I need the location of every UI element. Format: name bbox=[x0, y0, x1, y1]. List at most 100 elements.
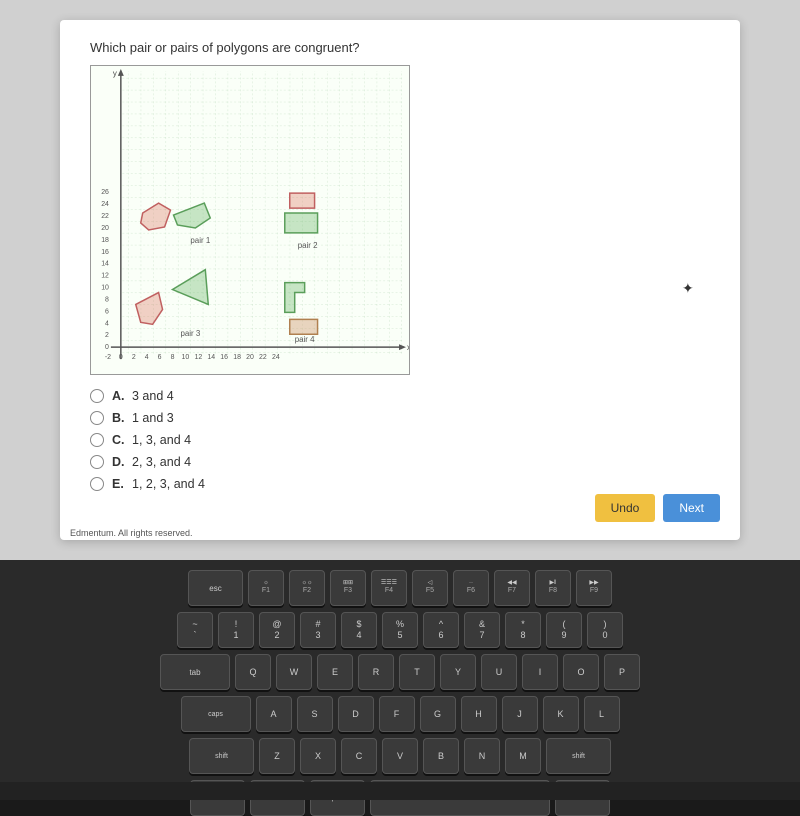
key-f5[interactable]: ◁F5 bbox=[412, 570, 448, 606]
svg-text:24: 24 bbox=[101, 201, 109, 208]
svg-text:14: 14 bbox=[207, 354, 215, 361]
key-f[interactable]: F bbox=[379, 696, 415, 732]
svg-text:pair 4: pair 4 bbox=[295, 335, 315, 344]
key-e[interactable]: E bbox=[317, 654, 353, 690]
svg-text:12: 12 bbox=[101, 273, 109, 280]
key-w[interactable]: W bbox=[276, 654, 312, 690]
key-shift-l[interactable]: shift bbox=[189, 738, 254, 774]
key-m[interactable]: M bbox=[505, 738, 541, 774]
key-f2[interactable]: ☼☼F2 bbox=[289, 570, 325, 606]
svg-text:26: 26 bbox=[101, 189, 109, 196]
next-button[interactable]: Next bbox=[663, 494, 720, 522]
key-y[interactable]: Y bbox=[440, 654, 476, 690]
letter-a: A. bbox=[112, 389, 128, 403]
key-q[interactable]: Q bbox=[235, 654, 271, 690]
keyboard-row-numbers: ~` !1 @2 #3 $4 %5 ^6 &7 *8 (9 )0 bbox=[177, 612, 623, 648]
key-tab[interactable]: tab bbox=[160, 654, 230, 690]
svg-text:20: 20 bbox=[246, 354, 254, 361]
key-r[interactable]: R bbox=[358, 654, 394, 690]
question-text: Which pair or pairs of polygons are cong… bbox=[90, 40, 710, 55]
text-a: 3 and 4 bbox=[132, 389, 174, 403]
key-f7[interactable]: ◀◀F7 bbox=[494, 570, 530, 606]
svg-text:20: 20 bbox=[101, 225, 109, 232]
key-8[interactable]: *8 bbox=[505, 612, 541, 648]
key-b[interactable]: B bbox=[423, 738, 459, 774]
key-6[interactable]: ^6 bbox=[423, 612, 459, 648]
key-d[interactable]: D bbox=[338, 696, 374, 732]
key-0[interactable]: )0 bbox=[587, 612, 623, 648]
button-row: Undo Next bbox=[595, 494, 720, 522]
svg-text:pair 2: pair 2 bbox=[298, 241, 318, 250]
key-j[interactable]: J bbox=[502, 696, 538, 732]
keyboard-row-zxcv: shift Z X C V B N M shift bbox=[189, 738, 611, 774]
text-c: 1, 3, and 4 bbox=[132, 433, 191, 447]
keyboard-row-qwerty: tab Q W E R T Y U I O P bbox=[160, 654, 640, 690]
key-i[interactable]: I bbox=[522, 654, 558, 690]
key-f1[interactable]: ☼F1 bbox=[248, 570, 284, 606]
key-5[interactable]: %5 bbox=[382, 612, 418, 648]
key-f6[interactable]: ··F6 bbox=[453, 570, 489, 606]
key-f8[interactable]: ▶‖F8 bbox=[535, 570, 571, 606]
svg-text:18: 18 bbox=[101, 237, 109, 244]
svg-text:0: 0 bbox=[105, 344, 109, 351]
text-e: 1, 2, 3, and 4 bbox=[132, 477, 205, 491]
svg-text:12: 12 bbox=[194, 354, 202, 361]
svg-text:x: x bbox=[407, 343, 409, 352]
radio-d[interactable] bbox=[90, 455, 104, 469]
answer-choices: A. 3 and 4 B. 1 and 3 C. 1, 3, and 4 D. … bbox=[90, 389, 710, 491]
key-t[interactable]: T bbox=[399, 654, 435, 690]
svg-text:2: 2 bbox=[105, 332, 109, 339]
svg-text:22: 22 bbox=[101, 213, 109, 220]
key-s[interactable]: S bbox=[297, 696, 333, 732]
cursor: ✦ bbox=[682, 280, 690, 288]
answer-item-e[interactable]: E. 1, 2, 3, and 4 bbox=[90, 477, 710, 491]
letter-b: B. bbox=[112, 411, 128, 425]
key-3[interactable]: #3 bbox=[300, 612, 336, 648]
svg-text:10: 10 bbox=[101, 285, 109, 292]
answer-item-b[interactable]: B. 1 and 3 bbox=[90, 411, 710, 425]
key-2[interactable]: @2 bbox=[259, 612, 295, 648]
svg-text:pair 3: pair 3 bbox=[180, 329, 200, 338]
key-g[interactable]: G bbox=[420, 696, 456, 732]
key-h[interactable]: H bbox=[461, 696, 497, 732]
svg-text:4: 4 bbox=[145, 354, 149, 361]
key-x[interactable]: X bbox=[300, 738, 336, 774]
key-u[interactable]: U bbox=[481, 654, 517, 690]
key-z[interactable]: Z bbox=[259, 738, 295, 774]
key-c[interactable]: C bbox=[341, 738, 377, 774]
key-k[interactable]: K bbox=[543, 696, 579, 732]
radio-e[interactable] bbox=[90, 477, 104, 491]
radio-b[interactable] bbox=[90, 411, 104, 425]
svg-text:16: 16 bbox=[220, 354, 228, 361]
key-1[interactable]: !1 bbox=[218, 612, 254, 648]
undo-button[interactable]: Undo bbox=[595, 494, 656, 522]
keyboard-row-fn: esc ☼F1 ☼☼F2 ⊞⊞F3 ☰☰☰F4 ◁F5 ··F6 ◀◀F7 ▶‖… bbox=[188, 570, 612, 606]
key-shift-r[interactable]: shift bbox=[546, 738, 611, 774]
svg-text:14: 14 bbox=[101, 261, 109, 268]
svg-text:6: 6 bbox=[105, 308, 109, 315]
key-f9[interactable]: ▶▶F9 bbox=[576, 570, 612, 606]
key-l[interactable]: L bbox=[584, 696, 620, 732]
svg-text:16: 16 bbox=[101, 249, 109, 256]
key-tilde[interactable]: ~` bbox=[177, 612, 213, 648]
answer-item-c[interactable]: C. 1, 3, and 4 bbox=[90, 433, 710, 447]
key-a[interactable]: A bbox=[256, 696, 292, 732]
key-o[interactable]: O bbox=[563, 654, 599, 690]
answer-item-a[interactable]: A. 3 and 4 bbox=[90, 389, 710, 403]
svg-text:pair 1: pair 1 bbox=[190, 236, 210, 245]
answer-item-d[interactable]: D. 2, 3, and 4 bbox=[90, 455, 710, 469]
key-7[interactable]: &7 bbox=[464, 612, 500, 648]
key-9[interactable]: (9 bbox=[546, 612, 582, 648]
key-f4[interactable]: ☰☰☰F4 bbox=[371, 570, 407, 606]
key-v[interactable]: V bbox=[382, 738, 418, 774]
key-f3[interactable]: ⊞⊞F3 bbox=[330, 570, 366, 606]
key-4[interactable]: $4 bbox=[341, 612, 377, 648]
key-n[interactable]: N bbox=[464, 738, 500, 774]
key-p[interactable]: P bbox=[604, 654, 640, 690]
radio-c[interactable] bbox=[90, 433, 104, 447]
keyboard: esc ☼F1 ☼☼F2 ⊞⊞F3 ☰☰☰F4 ◁F5 ··F6 ◀◀F7 ▶‖… bbox=[0, 560, 800, 800]
radio-a[interactable] bbox=[90, 389, 104, 403]
graph-container: y x 0 2 4 6 8 10 12 14 16 18 20 22 24 26… bbox=[90, 65, 410, 375]
key-esc[interactable]: esc bbox=[188, 570, 243, 606]
key-caps[interactable]: caps bbox=[181, 696, 251, 732]
